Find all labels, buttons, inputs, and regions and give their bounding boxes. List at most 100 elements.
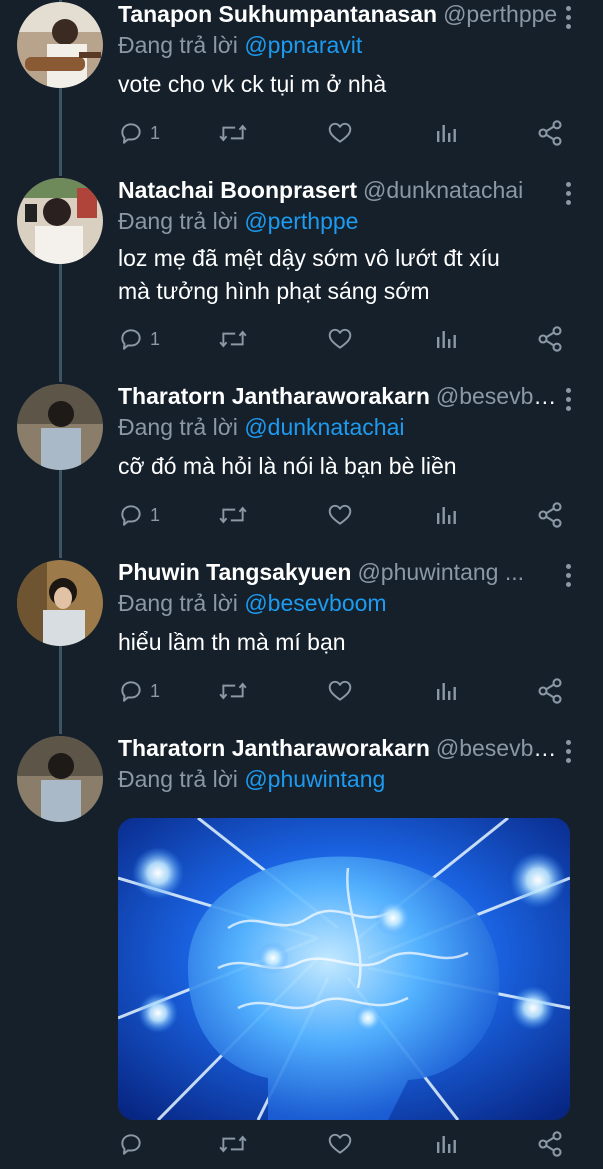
author-handle[interactable]: @besevboom bbox=[436, 383, 558, 409]
tweet-actions: 1 bbox=[118, 500, 568, 530]
replying-to: Đang trả lời @phuwintang bbox=[118, 763, 385, 795]
reply-icon bbox=[121, 505, 141, 526]
retweet-button[interactable] bbox=[218, 500, 248, 530]
more-icon[interactable] bbox=[558, 562, 578, 588]
tweet-actions: 1 bbox=[118, 676, 568, 706]
replying-to-label: Đang trả lời bbox=[118, 32, 238, 58]
author-handle[interactable]: @besevboom bbox=[436, 735, 558, 761]
author-handle[interactable]: @perthppe bbox=[443, 1, 557, 27]
like-button[interactable] bbox=[327, 676, 353, 706]
author-name[interactable]: Tharatorn Jantharaworakarn bbox=[118, 735, 430, 761]
retweet-button[interactable] bbox=[218, 324, 248, 354]
author-name[interactable]: Tharatorn Jantharaworakarn bbox=[118, 383, 430, 409]
tweet-header: Tanapon Sukhumpantanasan @perthppe bbox=[118, 0, 558, 30]
avatar[interactable] bbox=[17, 560, 103, 646]
retweet-icon bbox=[219, 506, 247, 524]
like-button[interactable] bbox=[327, 1129, 353, 1159]
thread-line bbox=[59, 88, 62, 176]
reply-count: 1 bbox=[150, 680, 161, 701]
tweet-actions bbox=[118, 1129, 568, 1159]
retweet-button[interactable] bbox=[218, 118, 248, 148]
replying-to-mention[interactable]: @dunknatachai bbox=[244, 414, 404, 440]
reply-icon bbox=[121, 123, 141, 144]
replying-to: Đang trả lời @perthppe bbox=[118, 205, 358, 237]
like-button[interactable] bbox=[327, 118, 353, 148]
share-button[interactable] bbox=[536, 324, 564, 354]
replying-to-mention[interactable]: @perthppe bbox=[244, 208, 358, 234]
replying-to-label: Đang trả lời bbox=[118, 414, 238, 440]
reply-icon bbox=[121, 681, 141, 702]
share-button[interactable] bbox=[536, 676, 564, 706]
reply-button[interactable] bbox=[118, 1129, 150, 1159]
retweet-icon bbox=[219, 682, 247, 700]
replying-to: Đang trả lời @ppnaravit bbox=[118, 29, 362, 61]
tweet-header: Natachai Boonprasert @dunknatachai bbox=[118, 174, 558, 206]
heart-icon bbox=[328, 680, 352, 701]
reply-button[interactable]: 1 bbox=[118, 676, 160, 706]
thread-line bbox=[59, 264, 62, 382]
tweet-header: Tharatorn Jantharaworakarn@besevboom bbox=[118, 380, 558, 412]
share-icon bbox=[538, 326, 562, 352]
reply-count: 1 bbox=[150, 122, 161, 143]
tweet-text: vote cho vk ck tụi m ở nhà bbox=[118, 71, 387, 97]
share-button[interactable] bbox=[536, 1129, 564, 1159]
author-name[interactable]: Tanapon Sukhumpantanasan bbox=[118, 1, 437, 27]
tweet-text: hiểu lầm th mà mí bạn bbox=[118, 629, 346, 655]
author-handle[interactable]: @phuwintang ... bbox=[357, 559, 524, 585]
analytics-icon bbox=[437, 331, 456, 348]
replying-to-label: Đang trả lời bbox=[118, 766, 238, 792]
thread-line bbox=[59, 470, 62, 558]
reply-icon bbox=[121, 1134, 141, 1155]
more-icon[interactable] bbox=[558, 180, 578, 206]
more-icon[interactable] bbox=[558, 4, 578, 30]
author-name[interactable]: Natachai Boonprasert bbox=[118, 177, 357, 203]
tweet-header: Tharatorn Jantharaworakarn@besevboom bbox=[118, 732, 558, 764]
reply-count: 1 bbox=[150, 504, 161, 525]
more-icon[interactable] bbox=[558, 386, 578, 412]
tweet-actions: 1 bbox=[118, 118, 568, 148]
analytics-button[interactable] bbox=[434, 676, 458, 706]
analytics-button[interactable] bbox=[434, 1129, 458, 1159]
thread-line bbox=[59, 646, 62, 734]
reply-icon bbox=[121, 329, 141, 350]
share-icon bbox=[538, 120, 562, 146]
heart-icon bbox=[328, 504, 352, 525]
share-button[interactable] bbox=[536, 500, 564, 530]
avatar[interactable] bbox=[17, 384, 103, 470]
like-button[interactable] bbox=[327, 324, 353, 354]
author-name[interactable]: Phuwin Tangsakyuen bbox=[118, 559, 351, 585]
heart-icon bbox=[328, 328, 352, 349]
replying-to-label: Đang trả lời bbox=[118, 208, 238, 234]
heart-icon bbox=[328, 1133, 352, 1154]
retweet-icon bbox=[219, 1135, 247, 1153]
reply-button[interactable]: 1 bbox=[118, 324, 160, 354]
tweet-image[interactable] bbox=[118, 818, 570, 1120]
tweet-text: loz mẹ đã mệt dậy sớm vô lướt đt xíu mà … bbox=[118, 245, 500, 304]
reply-button[interactable]: 1 bbox=[118, 118, 160, 148]
analytics-button[interactable] bbox=[434, 118, 458, 148]
tweet-header: Phuwin Tangsakyuen @phuwintang ... bbox=[118, 556, 558, 588]
retweet-button[interactable] bbox=[218, 1129, 248, 1159]
reply-count: 1 bbox=[150, 328, 161, 349]
share-icon bbox=[538, 678, 562, 704]
replying-to-mention[interactable]: @ppnaravit bbox=[244, 32, 362, 58]
like-button[interactable] bbox=[327, 500, 353, 530]
reply-button[interactable]: 1 bbox=[118, 500, 160, 530]
replying-to-mention[interactable]: @phuwintang bbox=[244, 766, 385, 792]
analytics-icon bbox=[437, 125, 456, 142]
analytics-icon bbox=[437, 683, 456, 700]
avatar[interactable] bbox=[17, 2, 103, 88]
retweet-button[interactable] bbox=[218, 676, 248, 706]
analytics-button[interactable] bbox=[434, 324, 458, 354]
more-icon[interactable] bbox=[558, 738, 578, 764]
replying-to-mention[interactable]: @besevboom bbox=[244, 590, 386, 616]
retweet-icon bbox=[219, 330, 247, 348]
analytics-button[interactable] bbox=[434, 500, 458, 530]
replying-to-label: Đang trả lời bbox=[118, 590, 238, 616]
tweet-actions: 1 bbox=[118, 324, 568, 354]
avatar[interactable] bbox=[17, 736, 103, 822]
avatar[interactable] bbox=[17, 178, 103, 264]
author-handle[interactable]: @dunknatachai bbox=[363, 177, 523, 203]
analytics-icon bbox=[437, 1136, 456, 1153]
share-button[interactable] bbox=[536, 118, 564, 148]
